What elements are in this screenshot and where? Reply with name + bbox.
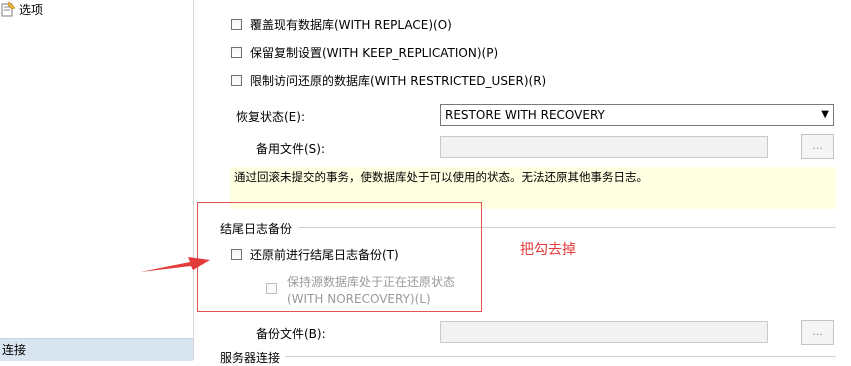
connection-label: 连接 — [2, 343, 27, 357]
left-nav-panel: 选项 连接 — [0, 0, 194, 361]
recovery-state-dropdown[interactable]: RESTORE WITH RECOVERY ▼ — [440, 104, 834, 126]
dropdown-arrow-icon: ▼ — [821, 109, 829, 120]
backup-file-input[interactable] — [440, 321, 768, 343]
recovery-state-value: RESTORE WITH RECOVERY — [445, 108, 605, 122]
keep-replication-option[interactable]: 保留复制设置(WITH KEEP_REPLICATION)(P) — [231, 44, 498, 61]
overwrite-option[interactable]: 覆盖现有数据库(WITH REPLACE)(O) — [231, 16, 452, 33]
annotation-arrow-icon — [140, 257, 210, 272]
backup-browse-button[interactable]: ... — [801, 320, 834, 345]
server-connection-divider — [285, 356, 836, 357]
overwrite-label: 覆盖现有数据库(WITH REPLACE)(O) — [250, 18, 452, 32]
restricted-user-label: 限制访问还原的数据库(WITH RESTRICTED_USER)(R) — [250, 74, 547, 88]
standby-file-label: 备用文件(S): — [256, 142, 326, 156]
nav-item-options-label: 选项 — [19, 2, 44, 17]
standby-browse-button[interactable]: ... — [801, 134, 834, 159]
backup-file-label: 备份文件(B): — [256, 327, 326, 341]
annotation-text: 把勾去掉 — [520, 242, 576, 258]
overwrite-checkbox[interactable] — [231, 19, 242, 30]
restricted-user-option[interactable]: 限制访问还原的数据库(WITH RESTRICTED_USER)(R) — [231, 72, 546, 89]
recovery-state-label: 恢复状态(E): — [236, 110, 305, 124]
restricted-user-checkbox[interactable] — [231, 75, 242, 86]
keep-replication-label: 保留复制设置(WITH KEEP_REPLICATION)(P) — [250, 46, 499, 60]
annotation-highlight-box — [197, 202, 482, 312]
options-page-icon — [1, 1, 16, 17]
keep-replication-checkbox[interactable] — [231, 47, 242, 58]
server-connection-title: 服务器连接 — [220, 351, 281, 365]
recovery-info-text: 通过回滚未提交的事务，使数据库处于可以使用的状态。无法还原其他事务日志。 — [234, 170, 648, 184]
standby-file-input[interactable] — [440, 136, 768, 158]
connection-section-header[interactable]: 连接 — [0, 338, 193, 361]
nav-item-options[interactable]: 选项 — [0, 0, 43, 18]
